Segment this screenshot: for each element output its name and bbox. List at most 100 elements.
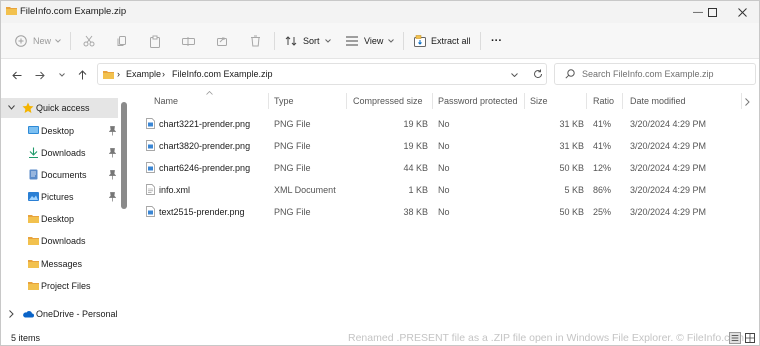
column-divider[interactable] bbox=[586, 93, 587, 109]
view-button[interactable]: View bbox=[346, 31, 395, 51]
paste-button[interactable] bbox=[149, 31, 161, 51]
pictures-icon bbox=[28, 192, 39, 201]
chevron-right-icon[interactable] bbox=[9, 310, 14, 318]
pin-icon[interactable] bbox=[109, 126, 116, 136]
file-ratio: 12% bbox=[593, 163, 612, 173]
column-divider[interactable] bbox=[346, 93, 347, 109]
sidebar-item-pictures-pinned[interactable]: Pictures bbox=[1, 187, 118, 207]
close-icon bbox=[737, 7, 747, 17]
sidebar-item-desktop-pinned[interactable]: Desktop bbox=[1, 121, 118, 141]
maximize-button[interactable] bbox=[697, 1, 727, 23]
large-icons-view-icon[interactable] bbox=[744, 332, 756, 344]
close-button[interactable] bbox=[727, 1, 757, 23]
sidebar-item-project-files[interactable]: Project Files bbox=[1, 276, 118, 296]
forward-button[interactable] bbox=[32, 67, 48, 83]
file-ratio: 86% bbox=[593, 185, 612, 195]
new-button[interactable]: New bbox=[15, 31, 61, 51]
chevron-down-icon bbox=[388, 39, 395, 43]
cloud-icon bbox=[23, 311, 34, 318]
sidebar-item-quick-access[interactable]: Quick access bbox=[1, 98, 118, 118]
sidebar-item-onedrive[interactable]: OneDrive - Personal bbox=[1, 304, 118, 324]
file-ratio: 41% bbox=[593, 141, 612, 151]
sidebar-item-label: Messages bbox=[41, 259, 83, 269]
sort-button[interactable]: Sort bbox=[285, 31, 331, 51]
toolbar-divider bbox=[480, 32, 481, 50]
pin-icon[interactable] bbox=[109, 192, 116, 202]
file-name[interactable]: chart3820-prender.png bbox=[159, 141, 250, 151]
column-header-type[interactable]: Type bbox=[274, 96, 294, 106]
copy-button[interactable] bbox=[116, 31, 128, 51]
file-row[interactable]: chart3221-prender.png PNG File 19 KB No … bbox=[141, 113, 741, 135]
file-row[interactable]: info.xml XML Document 1 KB No 5 KB 86% 3… bbox=[141, 179, 741, 201]
file-date-modified: 3/20/2024 4:29 PM bbox=[630, 207, 707, 217]
extract-all-button[interactable]: Extract all bbox=[414, 31, 471, 51]
file-password-protected: No bbox=[438, 141, 450, 151]
column-header-compressed-size[interactable]: Compressed size bbox=[353, 96, 423, 106]
sidebar-item-downloads[interactable]: Downloads bbox=[1, 231, 118, 251]
column-divider[interactable] bbox=[741, 93, 742, 109]
column-header-ratio[interactable]: Ratio bbox=[593, 96, 614, 106]
folder-icon bbox=[28, 260, 39, 268]
refresh-icon[interactable] bbox=[533, 69, 543, 79]
sidebar-item-documents-pinned[interactable]: Documents bbox=[1, 165, 118, 185]
details-view-icon[interactable] bbox=[729, 332, 741, 344]
file-name[interactable]: chart3221-prender.png bbox=[159, 119, 250, 129]
up-button[interactable] bbox=[74, 67, 90, 83]
pin-icon[interactable] bbox=[109, 148, 116, 158]
back-button[interactable] bbox=[9, 67, 25, 83]
file-date-modified: 3/20/2024 4:29 PM bbox=[630, 141, 707, 151]
address-bar[interactable]: › Example › FileInfo.com Example.zip bbox=[97, 63, 547, 85]
column-header-name[interactable]: Name bbox=[154, 96, 178, 106]
search-box[interactable]: Search FileInfo.com Example.zip bbox=[554, 63, 756, 85]
rename-button[interactable] bbox=[182, 31, 195, 51]
column-divider[interactable] bbox=[268, 93, 269, 109]
chevron-down-icon[interactable] bbox=[8, 105, 15, 111]
file-name[interactable]: chart6246-prender.png bbox=[159, 163, 250, 173]
column-divider[interactable] bbox=[622, 93, 623, 109]
file-row[interactable]: chart6246-prender.png PNG File 44 KB No … bbox=[141, 157, 741, 179]
file-type: PNG File bbox=[274, 141, 311, 151]
sidebar-item-downloads-pinned[interactable]: Downloads bbox=[1, 143, 118, 163]
search-input[interactable]: Search FileInfo.com Example.zip bbox=[582, 69, 714, 79]
file-date-modified: 3/20/2024 4:29 PM bbox=[630, 185, 707, 195]
column-header-date-modified[interactable]: Date modified bbox=[630, 96, 686, 106]
file-size: 31 KB bbox=[559, 141, 584, 151]
file-size: 5 KB bbox=[564, 185, 584, 195]
item-count: 5 items bbox=[11, 333, 41, 343]
delete-button[interactable] bbox=[250, 31, 261, 51]
file-name[interactable]: text2515-prender.png bbox=[159, 207, 245, 217]
column-header-size[interactable]: Size bbox=[530, 96, 548, 106]
breadcrumb-zip[interactable]: FileInfo.com Example.zip bbox=[172, 69, 273, 79]
sidebar-item-label: Downloads bbox=[41, 148, 86, 158]
chevron-down-icon[interactable] bbox=[511, 73, 518, 77]
file-row[interactable]: chart3820-prender.png PNG File 19 KB No … bbox=[141, 135, 741, 157]
chevron-down-icon bbox=[59, 73, 65, 77]
share-button[interactable] bbox=[216, 31, 228, 51]
pin-icon[interactable] bbox=[109, 170, 116, 180]
column-divider[interactable] bbox=[524, 93, 525, 109]
file-name[interactable]: info.xml bbox=[159, 185, 190, 195]
file-date-modified: 3/20/2024 4:29 PM bbox=[630, 163, 707, 173]
sidebar-item-desktop[interactable]: Desktop bbox=[1, 209, 118, 229]
toolbar-divider bbox=[274, 32, 275, 50]
documents-icon bbox=[29, 169, 38, 180]
chevron-right-icon[interactable] bbox=[745, 98, 750, 106]
recent-locations-button[interactable] bbox=[54, 67, 70, 83]
file-password-protected: No bbox=[438, 185, 450, 195]
more-options-button[interactable]: ··· bbox=[491, 31, 502, 51]
sidebar-item-messages[interactable]: Messages bbox=[1, 254, 118, 274]
file-type: PNG File bbox=[274, 119, 311, 129]
file-type: XML Document bbox=[274, 185, 336, 195]
file-type: PNG File bbox=[274, 207, 311, 217]
extract-icon bbox=[414, 35, 426, 47]
sidebar-scrollbar[interactable] bbox=[121, 102, 127, 209]
column-header-password-protected[interactable]: Password protected bbox=[438, 96, 518, 106]
file-compressed-size: 19 KB bbox=[403, 141, 428, 151]
column-divider[interactable] bbox=[432, 93, 433, 109]
cut-button[interactable] bbox=[83, 31, 95, 51]
breadcrumb-example[interactable]: Example bbox=[126, 69, 161, 79]
clipboard-icon bbox=[150, 35, 160, 48]
file-compressed-size: 19 KB bbox=[403, 119, 428, 129]
file-row[interactable]: text2515-prender.png PNG File 38 KB No 5… bbox=[141, 201, 741, 223]
file-size: 50 KB bbox=[559, 163, 584, 173]
